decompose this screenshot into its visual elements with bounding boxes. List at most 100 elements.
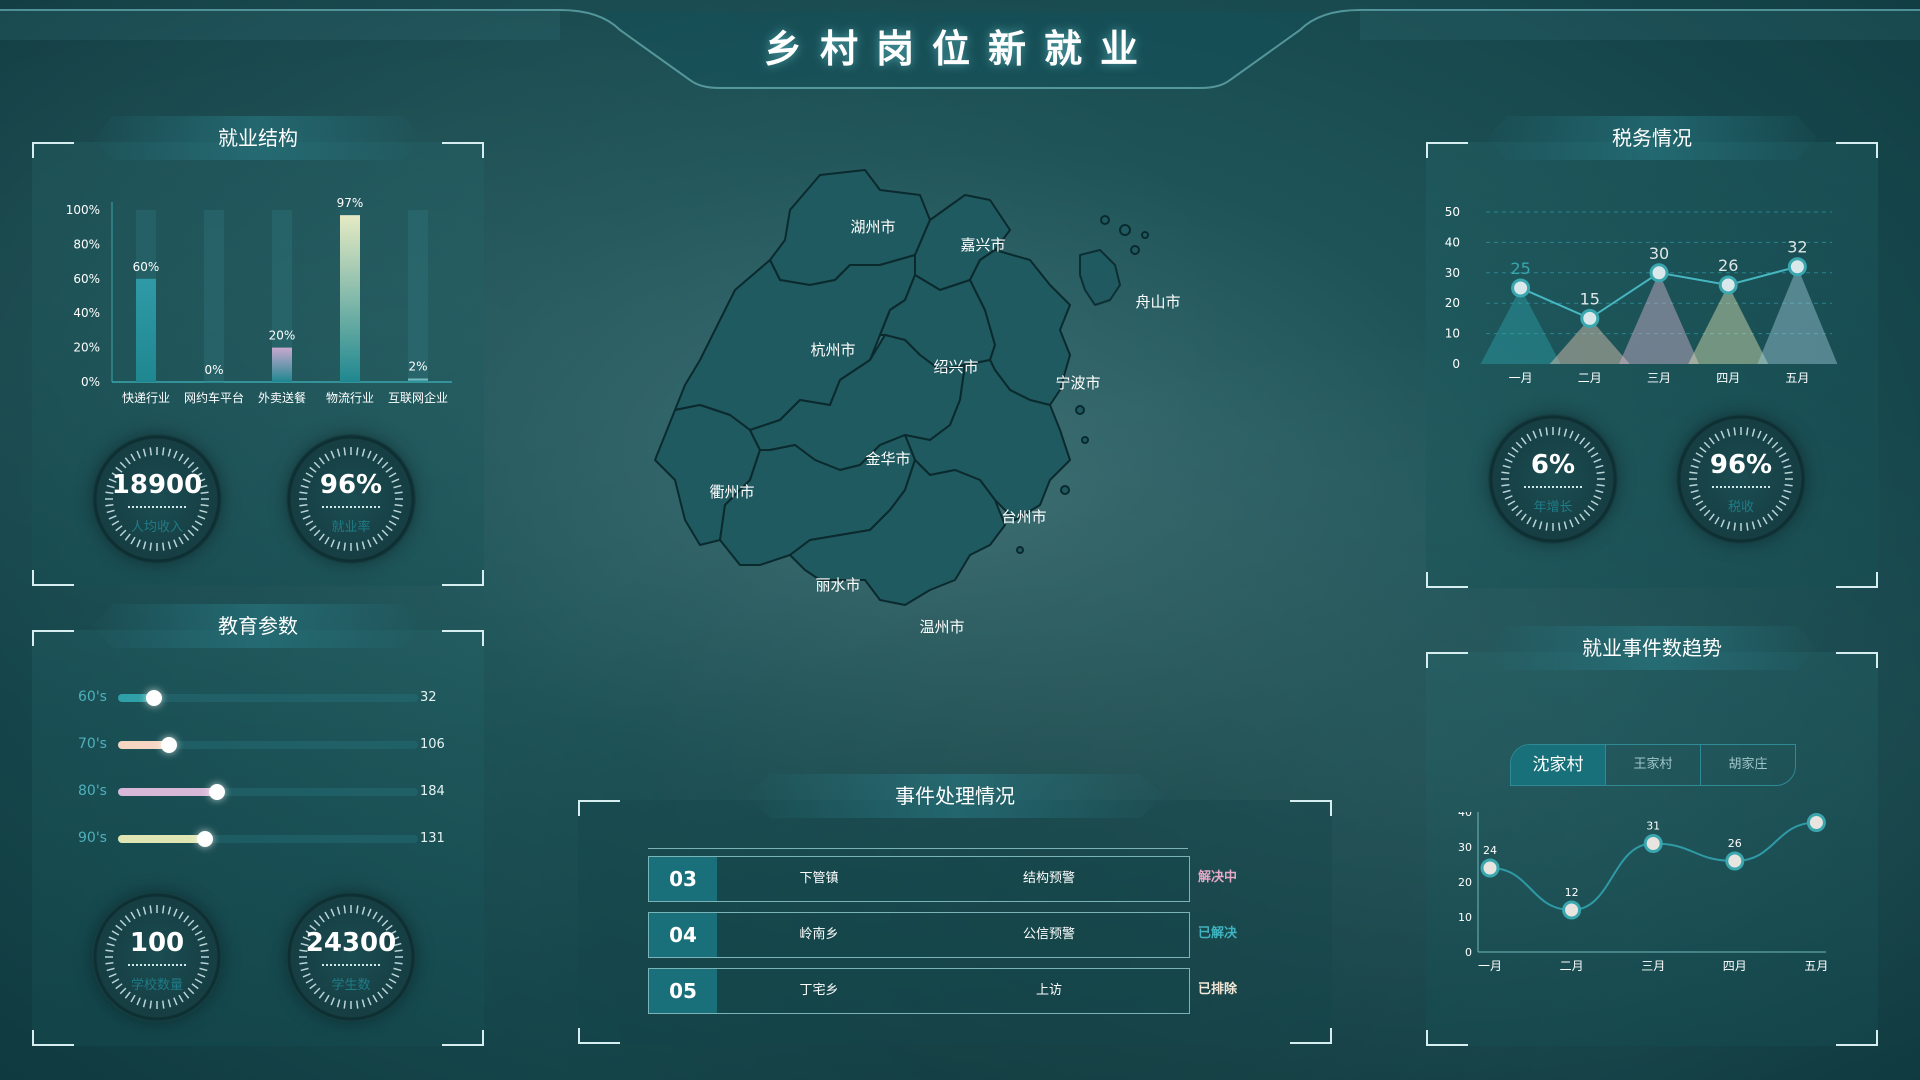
- village-tabs: 沈家村 王家村 胡家庄: [1510, 744, 1796, 786]
- category-label: 一月: [1509, 371, 1533, 385]
- point-value-label: 31: [1646, 820, 1660, 833]
- edu-row-label: 90's: [78, 830, 107, 846]
- y-tick-label: 30: [1445, 266, 1460, 280]
- point-value-label: 26: [1718, 256, 1738, 275]
- edu-row-fill: [118, 788, 217, 796]
- event-place: 岭南乡: [799, 927, 839, 942]
- event-row[interactable]: 05 丁宅乡 上访: [648, 968, 1190, 1014]
- edu-row-fill: [118, 835, 205, 843]
- point-value-label: 25: [1510, 259, 1530, 278]
- panel-title: 教育参数: [93, 604, 423, 648]
- bar-background: [408, 210, 428, 382]
- category-label: 快递行业: [122, 391, 170, 404]
- svg-text:绍兴市: 绍兴市: [933, 358, 978, 376]
- y-tick-label: 10: [1445, 327, 1460, 341]
- point-value-label: 15: [1580, 289, 1600, 308]
- income-gauge: 18900 人均收入: [92, 434, 222, 564]
- region-zhoushan: [1079, 249, 1121, 306]
- edu-row-track: [118, 737, 418, 753]
- data-point: [1806, 813, 1826, 832]
- edu-row-value: 106: [420, 737, 445, 752]
- school-count-gauge: 100 学校数量: [92, 892, 222, 1022]
- svg-text:宁波市: 宁波市: [1055, 374, 1100, 392]
- y-tick-label: 0: [1452, 357, 1460, 371]
- tab-hujiazhuang[interactable]: 胡家庄: [1701, 745, 1795, 785]
- event-trend-line-chart: 40302010024一月12二月31三月26四月37五月: [1458, 812, 1828, 973]
- page-title: 乡村岗位新就业: [763, 27, 1156, 71]
- event-number: 03: [649, 857, 717, 901]
- data-point: [1511, 278, 1531, 298]
- event-status: 已解决: [1198, 926, 1238, 941]
- annual-growth-gauge: 6% 年增长: [1488, 414, 1618, 544]
- edu-row-track: [118, 831, 418, 847]
- bar-value-label: 97%: [337, 196, 364, 210]
- event-status: 已排除: [1198, 982, 1238, 997]
- category-label: 三月: [1641, 959, 1665, 973]
- edu-row-value: 184: [420, 784, 445, 799]
- y-tick-label: 20: [1445, 296, 1460, 310]
- svg-text:舟山市: 舟山市: [1135, 293, 1180, 311]
- bar: [136, 278, 156, 382]
- y-tick-label: 20%: [73, 341, 100, 355]
- edu-row-track: [118, 690, 418, 706]
- edu-row-track: [118, 784, 418, 800]
- event-handling-panel: 事件处理情况 03 下管镇 结构预警 解决中 04 岭南乡 公信预警 已解决 05 丁宅乡 上访 已排…: [578, 774, 1332, 1044]
- event-status: 解决中: [1198, 870, 1238, 885]
- svg-text:台州市: 台州市: [1001, 508, 1046, 526]
- event-row[interactable]: 03 下管镇 结构预警: [648, 856, 1190, 902]
- y-tick-label: 80%: [73, 237, 100, 251]
- employment-bar-chart: 100% 80% 60% 40% 20% 0% 60% 快递行业 0% 网约车平台 20% 外卖送餐 9…: [66, 196, 452, 404]
- y-tick-label: 30: [1458, 841, 1472, 854]
- bar-value-label: 20%: [269, 329, 296, 343]
- data-point: [1480, 858, 1500, 878]
- bar-background: [204, 210, 224, 382]
- point-value-label: 26: [1728, 837, 1742, 850]
- triangle-mark: [1688, 284, 1769, 364]
- data-point: [1562, 900, 1582, 920]
- category-label: 二月: [1560, 959, 1584, 973]
- education-panel: 教育参数 60's 32 70's 106 80's 184 90's 131 100 学校数…: [32, 604, 484, 1046]
- bar: [204, 382, 224, 383]
- svg-text:丽水市: 丽水市: [815, 576, 860, 594]
- point-value-label: 12: [1565, 886, 1579, 899]
- y-tick-label: 10: [1458, 911, 1472, 924]
- edu-row-handle: [146, 690, 162, 706]
- data-point: [1580, 308, 1600, 328]
- header-bar: 乡村岗位新就业: [0, 0, 1920, 100]
- category-label: 四月: [1723, 959, 1747, 973]
- event-place: 下管镇: [799, 871, 839, 886]
- event-row[interactable]: 04 岭南乡 公信预警: [648, 912, 1190, 958]
- data-point: [1787, 257, 1807, 277]
- y-tick-label: 0: [1465, 946, 1472, 959]
- category-label: 五月: [1804, 959, 1828, 973]
- data-point: [1718, 275, 1738, 295]
- event-number: 04: [649, 913, 717, 957]
- tab-wangjia[interactable]: 王家村: [1606, 745, 1701, 785]
- bar-value-label: 60%: [133, 260, 160, 274]
- category-label: 一月: [1478, 959, 1502, 973]
- edu-row-value: 32: [420, 690, 437, 705]
- event-place: 丁宅乡: [799, 983, 839, 998]
- category-label: 外卖送餐: [258, 390, 306, 404]
- svg-text:衢州市: 衢州市: [709, 483, 754, 501]
- y-tick-label: 40: [1458, 812, 1472, 819]
- category-label: 二月: [1578, 371, 1602, 385]
- data-point: [1725, 851, 1745, 871]
- tab-shenjia[interactable]: 沈家村: [1511, 745, 1606, 785]
- y-tick-label: 40: [1445, 235, 1460, 249]
- employment-rate-gauge: 96% 就业率: [286, 434, 416, 564]
- category-label: 四月: [1716, 371, 1740, 385]
- edu-row-value: 131: [420, 831, 445, 846]
- svg-text:金华市: 金华市: [865, 450, 910, 468]
- edu-row-handle: [209, 784, 225, 800]
- point-value-label: 30: [1649, 244, 1669, 263]
- point-value-label: 24: [1483, 844, 1497, 857]
- event-type: 公信预警: [1022, 927, 1075, 942]
- y-tick-label: 100%: [66, 203, 100, 217]
- data-point: [1643, 834, 1663, 853]
- point-value-label: 32: [1787, 238, 1807, 257]
- svg-text:杭州市: 杭州市: [810, 341, 855, 359]
- y-tick-label: 40%: [73, 306, 100, 320]
- event-row-partial: [648, 842, 1188, 849]
- bar: [272, 347, 292, 382]
